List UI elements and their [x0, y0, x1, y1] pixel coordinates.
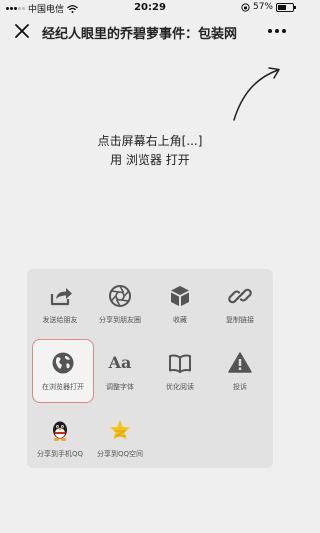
orientation-lock-icon — [241, 2, 250, 12]
hint-line-1: 点击屏幕右上角[...] — [97, 134, 203, 148]
qzone-star-icon — [110, 420, 130, 440]
menu-item-copy-link[interactable]: 复制链接 — [210, 273, 270, 335]
menu-item-label: 分享到QQ空间 — [96, 450, 144, 458]
menu-item-label: 优化阅读 — [166, 383, 194, 391]
menu-item-open-in-browser[interactable]: 在浏览器打开 — [32, 339, 94, 403]
battery-percent: 57% — [252, 2, 273, 12]
menu-item-label: 发送给朋友 — [42, 316, 78, 324]
menu-item-report[interactable]: 投诉 — [210, 340, 270, 402]
font-size-icon: Aa — [108, 353, 132, 372]
hint-line-2: 用 浏览器 打开 — [110, 153, 190, 167]
menu-item-label: 分享到手机QQ — [36, 450, 84, 458]
close-icon[interactable] — [12, 21, 32, 41]
menu-item-label: 投诉 — [233, 383, 247, 391]
share-action-sheet: 发送给朋友 分享到朋友圈 收藏 复制链接 在浏览器打开 Aa 调整字体 优化阅读… — [27, 269, 273, 468]
menu-item-favorite[interactable]: 收藏 — [150, 273, 210, 335]
menu-item-send-to-friend[interactable]: 发送给朋友 — [30, 273, 90, 335]
menu-item-share-moments[interactable]: 分享到朋友圈 — [90, 273, 150, 335]
cube-icon — [171, 286, 189, 306]
qq-penguin-icon — [53, 421, 67, 441]
status-right: 57% — [241, 2, 296, 12]
menu-item-optimize-reading[interactable]: 优化阅读 — [150, 340, 210, 402]
nav-bar: 经纪人眼里的乔碧萝事件：包装网 — [0, 16, 300, 46]
warning-icon — [228, 352, 252, 373]
link-icon — [228, 288, 252, 304]
share-arrow-icon — [50, 288, 72, 306]
book-icon — [169, 354, 191, 373]
menu-item-adjust-font[interactable]: Aa 调整字体 — [90, 340, 150, 402]
menu-item-label: 复制链接 — [226, 316, 254, 324]
menu-item-label: 调整字体 — [106, 383, 134, 391]
menu-item-label: 分享到朋友圈 — [99, 316, 141, 324]
curved-arrow-icon — [233, 67, 280, 121]
status-bar: 中国电信 20:29 57% — [0, 0, 300, 16]
open-in-browser-hint: 点击屏幕右上角[...] 用 浏览器 打开 — [0, 132, 300, 170]
page-title: 经纪人眼里的乔碧萝事件：包装网 — [42, 27, 238, 42]
menu-item-share-qzone[interactable]: 分享到QQ空间 — [90, 407, 150, 469]
camera-shutter-icon — [109, 285, 131, 307]
globe-icon — [52, 352, 74, 374]
battery-icon — [276, 2, 296, 12]
menu-item-share-qq[interactable]: 分享到手机QQ — [30, 407, 90, 469]
menu-item-label: 收藏 — [173, 316, 187, 324]
more-icon[interactable] — [268, 21, 290, 41]
